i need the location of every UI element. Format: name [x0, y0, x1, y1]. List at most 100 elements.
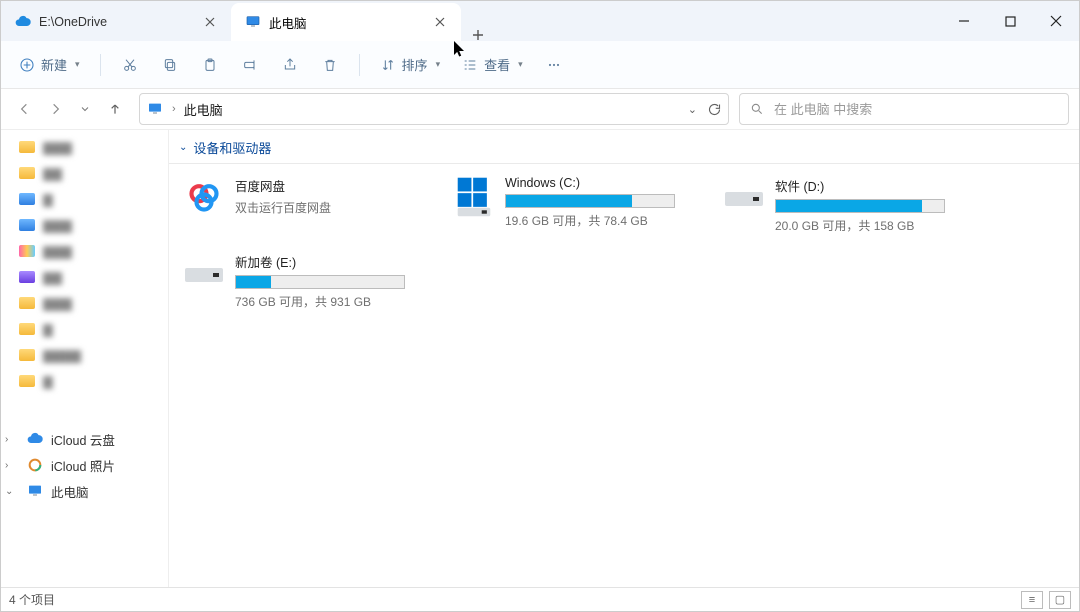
sidebar-item-label: ▇▇▇: [43, 140, 72, 155]
drive-name: 新加卷 (E:): [235, 252, 429, 271]
baidu-icon: [183, 176, 225, 218]
up-button[interactable]: [101, 95, 129, 123]
cut-button[interactable]: [113, 51, 147, 79]
sidebar-item[interactable]: ▇: [1, 186, 168, 212]
drive-tile[interactable]: Windows (C:) 19.6 GB 可用，共 78.4 GB: [453, 176, 699, 234]
sort-label: 排序: [402, 55, 428, 74]
tab-this-pc[interactable]: 此电脑: [231, 3, 461, 41]
app-tile[interactable]: 百度网盘 双击运行百度网盘: [183, 176, 429, 234]
details-view-button[interactable]: ≡: [1021, 591, 1043, 609]
refresh-button[interactable]: [707, 102, 722, 117]
forward-button[interactable]: [41, 95, 69, 123]
new-button[interactable]: 新建 ▾: [11, 49, 88, 80]
sidebar-item-此电脑[interactable]: ⌄ 此电脑: [1, 478, 168, 504]
cloud-icon: [27, 431, 43, 447]
folder-icon: [19, 139, 35, 155]
folder-icon: [19, 347, 35, 363]
sidebar-item[interactable]: ▇▇▇: [1, 134, 168, 160]
drive-capacity-text: 20.0 GB 可用，共 158 GB: [775, 217, 969, 234]
sidebar-item-label: 此电脑: [51, 482, 89, 501]
group-title: 设备和驱动器: [193, 138, 271, 157]
view-button[interactable]: 查看 ▾: [454, 49, 531, 80]
drive-icon: [723, 176, 765, 218]
photos-icon: [27, 457, 43, 473]
sidebar-item[interactable]: ▇▇▇: [1, 212, 168, 238]
view-icon: [462, 57, 478, 73]
chevron-down-icon: ▾: [518, 59, 523, 70]
tile-subtitle: 双击运行百度网盘: [235, 199, 429, 216]
sort-button[interactable]: 排序 ▾: [372, 49, 449, 80]
folder-icon: [19, 269, 35, 285]
group-header-devices[interactable]: ⌄ 设备和驱动器: [169, 130, 1079, 164]
expand-icon[interactable]: ⌄: [5, 486, 17, 497]
nav-arrows: [11, 95, 129, 123]
command-bar: 新建 ▾ 排序 ▾ 查看 ▾: [1, 41, 1079, 89]
separator: [100, 54, 101, 76]
content-pane[interactable]: ⌄ 设备和驱动器 百度网盘 双击运行百度网盘 Windows (C:) 19.6…: [169, 130, 1079, 587]
chevron-down-icon: ▾: [75, 59, 80, 70]
paste-icon: [202, 57, 218, 73]
navigation-row: › 此电脑 ⌄: [1, 89, 1079, 129]
recent-locations-button[interactable]: [71, 95, 99, 123]
sidebar-item-label: ▇▇▇: [43, 296, 72, 311]
sidebar-item[interactable]: ▇▇▇: [1, 238, 168, 264]
sidebar-item-label: iCloud 照片: [51, 456, 115, 475]
folder-icon: [19, 191, 35, 207]
minimize-button[interactable]: [941, 1, 987, 41]
sidebar-item[interactable]: ▇▇▇▇: [1, 342, 168, 368]
folder-icon: [19, 217, 35, 233]
address-bar[interactable]: › 此电脑 ⌄: [139, 93, 729, 125]
breadcrumb-this-pc[interactable]: 此电脑: [184, 100, 223, 119]
sidebar-item[interactable]: ▇▇: [1, 264, 168, 290]
capacity-bar: [505, 194, 675, 208]
drive-name: Windows (C:): [505, 176, 699, 190]
expand-icon[interactable]: ›: [5, 434, 17, 445]
more-button[interactable]: [537, 51, 571, 79]
copy-button[interactable]: [153, 51, 187, 79]
sidebar-item[interactable]: ▇▇▇: [1, 290, 168, 316]
drive-tile[interactable]: 新加卷 (E:) 736 GB 可用，共 931 GB: [183, 252, 429, 310]
sidebar-item-label: ▇▇▇▇: [43, 348, 81, 363]
close-icon[interactable]: [201, 13, 219, 31]
sidebar-item-label: iCloud 云盘: [51, 430, 115, 449]
tab-onedrive[interactable]: E:\OneDrive: [1, 3, 231, 41]
sidebar-item[interactable]: ▇: [1, 316, 168, 342]
sidebar-item[interactable]: ▇▇: [1, 160, 168, 186]
paste-button[interactable]: [193, 51, 227, 79]
new-tab-button[interactable]: [461, 29, 495, 41]
chevron-down-icon[interactable]: ⌄: [688, 103, 697, 116]
search-input[interactable]: [772, 101, 1058, 118]
sidebar-item-label: ▇: [43, 374, 53, 389]
status-text: 4 个项目: [9, 591, 55, 608]
pc-icon: [27, 483, 43, 499]
new-icon: [19, 57, 35, 73]
close-window-button[interactable]: [1033, 1, 1079, 41]
chevron-right-icon[interactable]: ›: [172, 103, 176, 115]
search-box[interactable]: [739, 93, 1069, 125]
navigation-pane[interactable]: ▇▇▇▇▇▇▇▇▇▇▇▇▇▇▇▇▇▇▇▇▇▇▇ ›iCloud 云盘›iClou…: [1, 130, 169, 587]
back-button[interactable]: [11, 95, 39, 123]
folder-icon: [19, 295, 35, 311]
rename-button[interactable]: [233, 51, 267, 79]
status-bar: 4 个项目 ≡ ▢: [1, 587, 1079, 611]
sidebar-item-iCloud 照片[interactable]: › iCloud 照片: [1, 452, 168, 478]
sidebar-item[interactable]: ▇: [1, 368, 168, 394]
drive-tile[interactable]: 软件 (D:) 20.0 GB 可用，共 158 GB: [723, 176, 969, 234]
separator: [359, 54, 360, 76]
tile-title: 百度网盘: [235, 176, 429, 195]
delete-button[interactable]: [313, 51, 347, 79]
folder-icon: [19, 165, 35, 181]
title-bar: E:\OneDrive 此电脑: [1, 1, 1079, 41]
folder-icon: [19, 243, 35, 259]
sidebar-item-iCloud 云盘[interactable]: › iCloud 云盘: [1, 426, 168, 452]
expand-icon[interactable]: ›: [5, 460, 17, 471]
new-label: 新建: [41, 55, 67, 74]
sidebar-item-label: ▇: [43, 192, 53, 207]
maximize-button[interactable]: [987, 1, 1033, 41]
close-icon[interactable]: [431, 13, 449, 31]
share-button[interactable]: [273, 51, 307, 79]
explorer-body: ▇▇▇▇▇▇▇▇▇▇▇▇▇▇▇▇▇▇▇▇▇▇▇ ›iCloud 云盘›iClou…: [1, 129, 1079, 587]
view-label: 查看: [484, 55, 510, 74]
tiles-view-button[interactable]: ▢: [1049, 591, 1071, 609]
search-icon: [750, 102, 764, 116]
